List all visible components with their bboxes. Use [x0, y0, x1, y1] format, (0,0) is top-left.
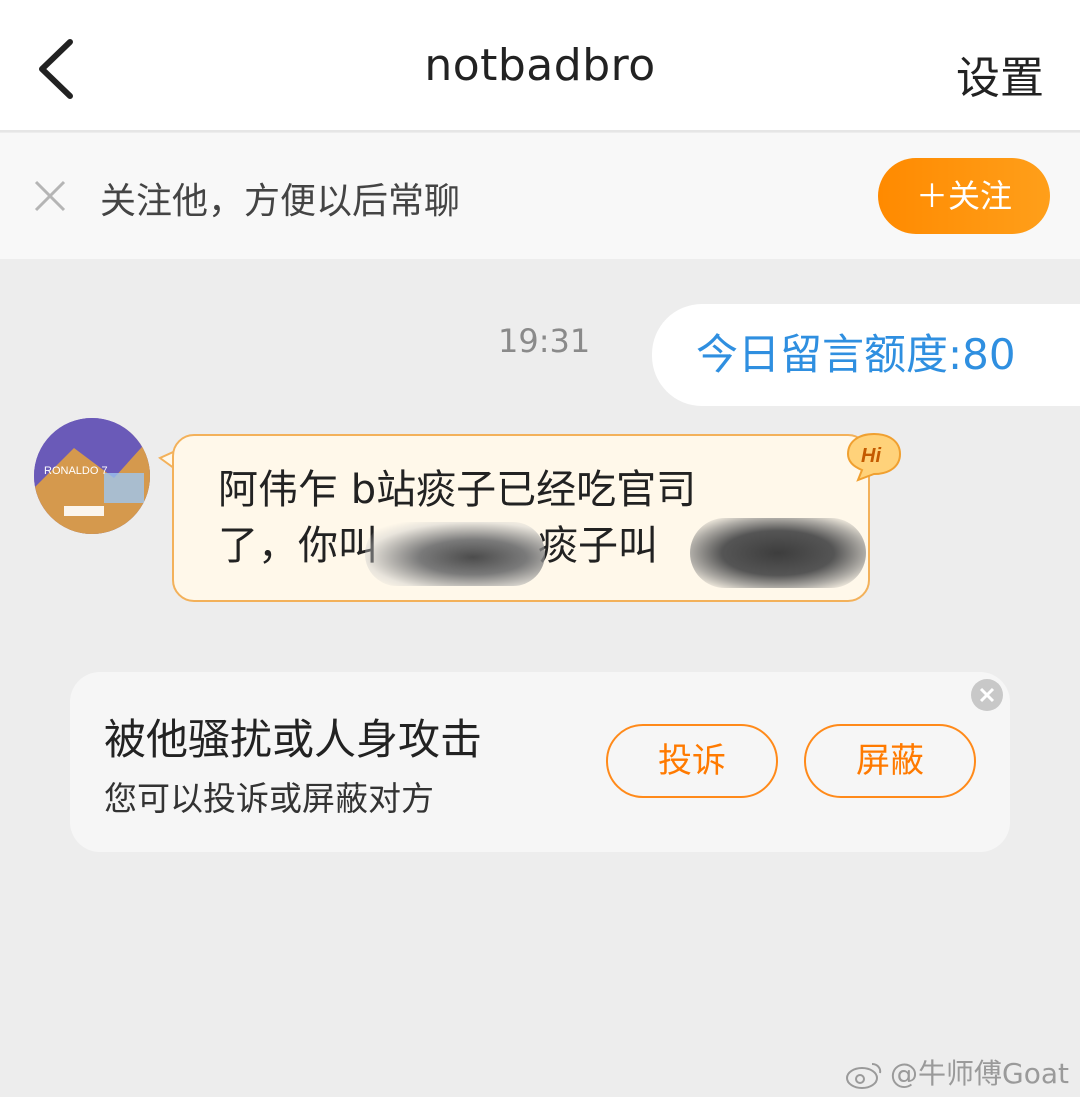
quota-message-bubble: 今日留言额度:80	[652, 304, 1080, 406]
message-line-1: 阿伟乍 b站痰子已经吃官司	[218, 467, 697, 513]
hi-badge-icon: Hi	[844, 430, 904, 482]
close-circle-icon	[971, 679, 1003, 711]
report-subtitle: 您可以投诉或屏蔽对方	[104, 779, 434, 818]
svg-text:Hi: Hi	[861, 445, 881, 467]
avatar-text: RONALDO 7	[44, 465, 108, 477]
settings-button[interactable]: 设置	[956, 42, 1044, 106]
close-report-card-button[interactable]	[970, 678, 1004, 712]
dismiss-follow-button[interactable]	[32, 178, 68, 214]
avatar[interactable]: RONALDO 7	[34, 418, 150, 534]
follow-button[interactable]: ＋关注	[878, 158, 1050, 234]
chat-title: notbadbro	[424, 40, 656, 91]
avatar-image: RONALDO 7	[34, 418, 150, 534]
redaction-smudge	[365, 522, 545, 586]
watermark: @牛师傅Goat	[844, 1052, 1069, 1092]
complain-button[interactable]: 投诉	[606, 724, 778, 798]
redaction-smudge	[690, 518, 866, 588]
block-button[interactable]: 屏蔽	[804, 724, 976, 798]
message-timestamp: 19:31	[498, 322, 591, 360]
top-bar: notbadbro 设置	[0, 0, 1080, 132]
weibo-icon	[846, 1063, 882, 1089]
close-icon	[34, 180, 66, 212]
report-title: 被他骚扰或人身攻击	[104, 715, 483, 764]
follow-prompt: 关注他，方便以后常聊	[100, 181, 461, 222]
watermark-text: @牛师傅Goat	[890, 1057, 1069, 1090]
